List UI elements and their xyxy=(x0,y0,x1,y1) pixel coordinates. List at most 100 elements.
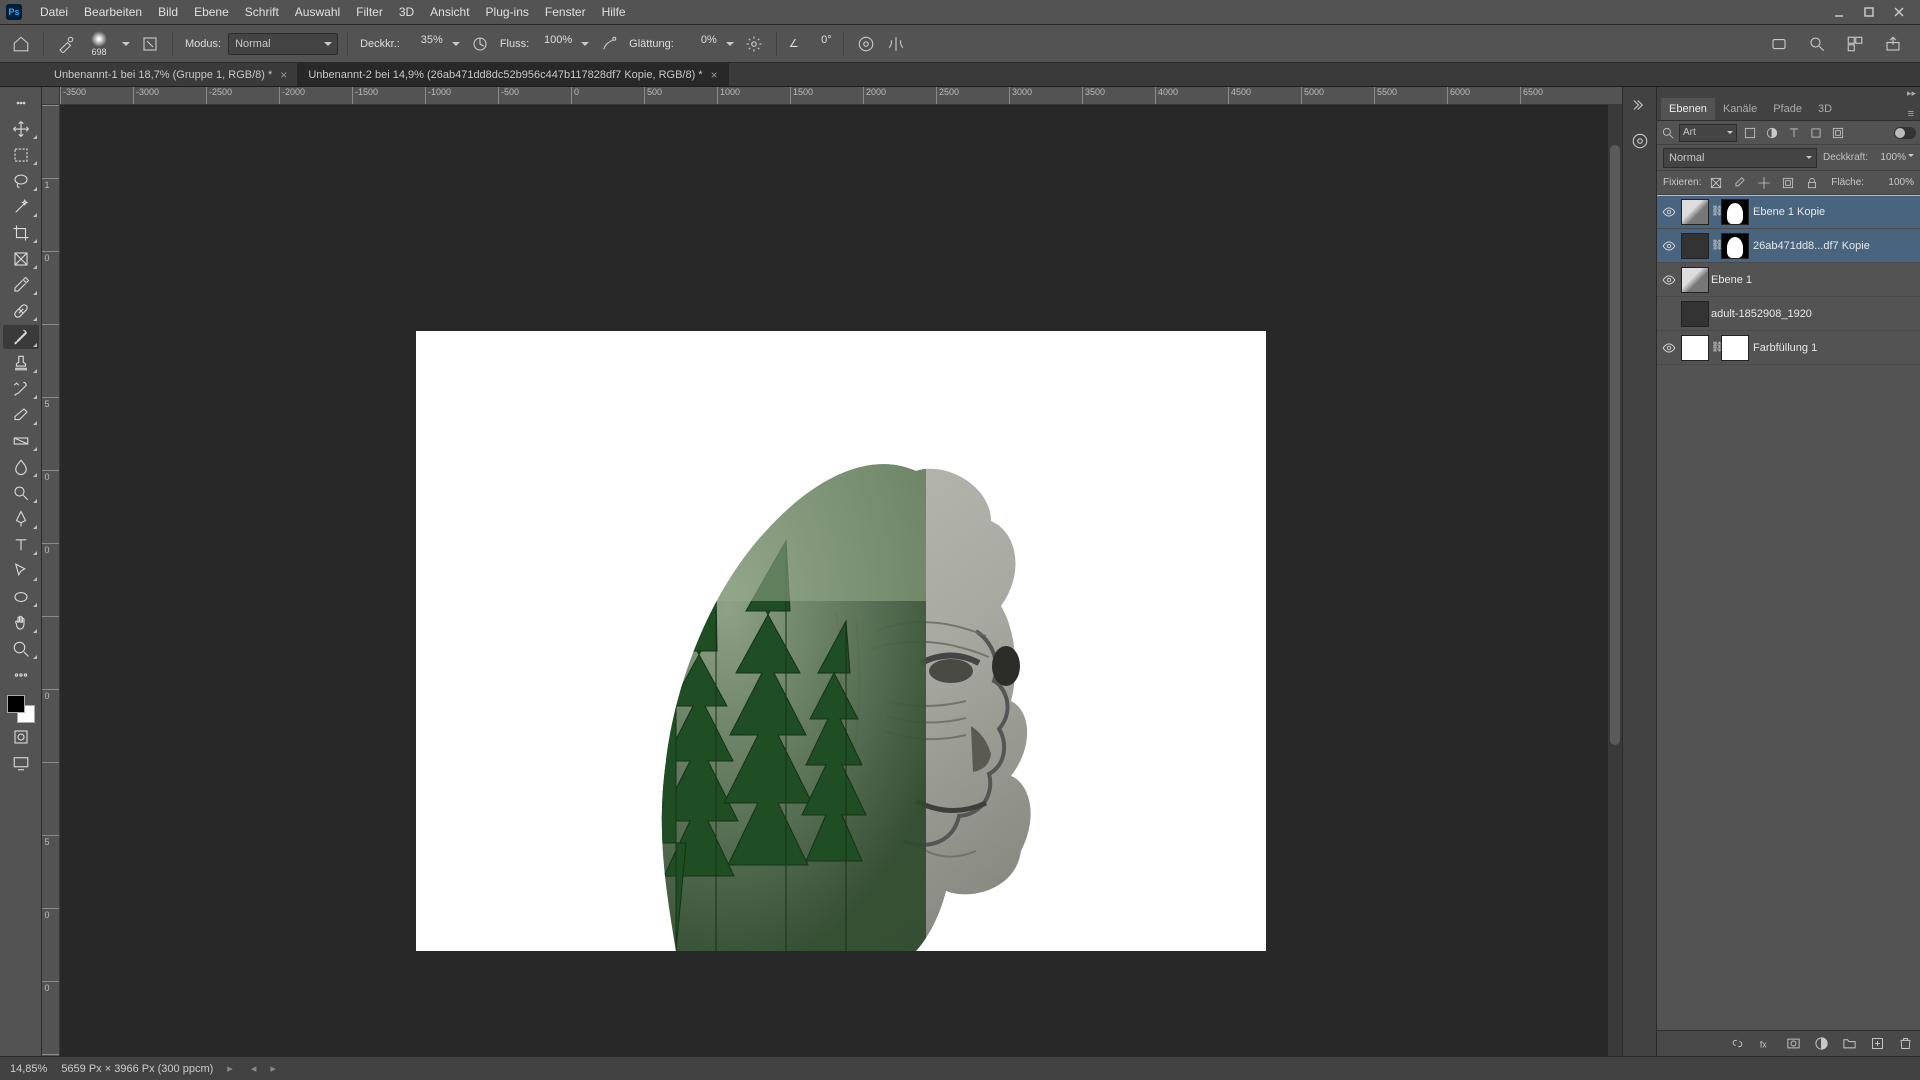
layer-visibility-toggle[interactable] xyxy=(1657,239,1681,253)
workspace-switcher[interactable] xyxy=(1842,31,1868,57)
layer-name[interactable]: Farbfüllung 1 xyxy=(1753,342,1920,354)
hand-tool[interactable] xyxy=(3,611,39,635)
panel-tab-3d[interactable]: 3D xyxy=(1810,98,1840,120)
panel-menu-button[interactable]: ≡ xyxy=(1902,108,1920,120)
share-button[interactable] xyxy=(1880,31,1906,57)
smoothing-field[interactable]: 0% xyxy=(681,34,719,54)
smoothing-arrow[interactable] xyxy=(723,34,737,54)
flow-arrow[interactable] xyxy=(578,34,592,54)
blur-tool[interactable] xyxy=(3,455,39,479)
symmetry-toggle[interactable] xyxy=(883,31,909,57)
ruler-origin[interactable] xyxy=(42,87,60,105)
menu-bild[interactable]: Bild xyxy=(150,0,186,25)
opacity-pressure-toggle[interactable] xyxy=(467,31,493,57)
panel-tab-pfade[interactable]: Pfade xyxy=(1765,98,1810,120)
fill-value[interactable]: 100% xyxy=(1874,177,1914,188)
new-adjustment-button[interactable] xyxy=(1812,1035,1830,1053)
vertical-scrollbar[interactable] xyxy=(1608,105,1622,1056)
history-brush-tool[interactable] xyxy=(3,377,39,401)
smoothing-options[interactable] xyxy=(741,31,767,57)
document-tab[interactable]: Unbenannt-1 bei 18,7% (Gruppe 1, RGB/8) … xyxy=(44,63,298,86)
layer-thumbnail[interactable] xyxy=(1681,233,1709,259)
opacity-field[interactable]: 35% xyxy=(407,34,445,54)
window-maximize-button[interactable] xyxy=(1854,0,1884,25)
menu-3d[interactable]: 3D xyxy=(391,0,422,25)
canvas-area[interactable]: -3500-3000-2500-2000-1500-1000-500050010… xyxy=(42,87,1622,1056)
eraser-tool[interactable] xyxy=(3,403,39,427)
healing-tool[interactable] xyxy=(3,299,39,323)
lasso-tool[interactable] xyxy=(3,169,39,193)
mask-link-icon[interactable]: ⛓ xyxy=(1711,206,1721,217)
window-minimize-button[interactable] xyxy=(1824,0,1854,25)
lock-pixels-button[interactable] xyxy=(1731,174,1749,192)
size-pressure-toggle[interactable] xyxy=(853,31,879,57)
layer-name[interactable]: adult-1852908_1920 xyxy=(1711,308,1920,320)
filter-type-icon[interactable] xyxy=(1785,124,1803,142)
layer-mask-thumbnail[interactable] xyxy=(1721,199,1749,225)
angle-field[interactable]: 0° xyxy=(806,34,834,54)
pen-tool[interactable] xyxy=(3,507,39,531)
filter-pixel-icon[interactable] xyxy=(1741,124,1759,142)
frame-tool[interactable] xyxy=(3,247,39,271)
horizontal-ruler[interactable]: -3500-3000-2500-2000-1500-1000-500050010… xyxy=(60,87,1622,105)
link-layers-button[interactable] xyxy=(1728,1035,1746,1053)
cloud-docs-button[interactable] xyxy=(1766,31,1792,57)
delete-layer-button[interactable] xyxy=(1896,1035,1914,1053)
new-layer-button[interactable] xyxy=(1868,1035,1886,1053)
menu-plug-ins[interactable]: Plug-ins xyxy=(478,0,537,25)
eyedropper-tool[interactable] xyxy=(3,273,39,297)
move-tool[interactable] xyxy=(3,117,39,141)
menu-ebene[interactable]: Ebene xyxy=(186,0,237,25)
layer-name[interactable]: Ebene 1 xyxy=(1711,274,1920,286)
shape-tool[interactable] xyxy=(3,585,39,609)
panel-tab-kanäle[interactable]: Kanäle xyxy=(1715,98,1765,120)
layer-name[interactable]: Ebene 1 Kopie xyxy=(1753,206,1920,218)
dodge-tool[interactable] xyxy=(3,481,39,505)
layer-opacity-value[interactable]: 100% xyxy=(1874,152,1914,163)
menu-fenster[interactable]: Fenster xyxy=(537,0,594,25)
add-mask-button[interactable] xyxy=(1784,1035,1802,1053)
layer-row[interactable]: Ebene 1 xyxy=(1657,263,1920,297)
status-next-arrow[interactable]: ▸ xyxy=(270,1062,276,1075)
menu-bearbeiten[interactable]: Bearbeiten xyxy=(76,0,150,25)
panel-collapse-button[interactable]: ▸▸ xyxy=(1907,88,1916,99)
filter-toggle[interactable] xyxy=(1894,127,1916,139)
stamp-tool[interactable] xyxy=(3,351,39,375)
collapsed-expand-button[interactable] xyxy=(1628,93,1652,117)
filter-adjust-icon[interactable] xyxy=(1763,124,1781,142)
gradient-tool[interactable] xyxy=(3,429,39,453)
layer-row[interactable]: ⛓Farbfüllung 1 xyxy=(1657,331,1920,365)
airbrush-toggle[interactable] xyxy=(596,31,622,57)
layer-thumbnail[interactable] xyxy=(1681,335,1709,361)
menu-ansicht[interactable]: Ansicht xyxy=(422,0,477,25)
layer-name[interactable]: 26ab471dd8...df7 Kopie xyxy=(1753,240,1920,252)
type-tool[interactable] xyxy=(3,533,39,557)
layer-row[interactable]: ⛓26ab471dd8...df7 Kopie xyxy=(1657,229,1920,263)
layer-blend-select[interactable]: Normal xyxy=(1663,148,1817,168)
filter-kind-select[interactable]: Art xyxy=(1679,124,1737,142)
edit-toolbar[interactable] xyxy=(3,663,39,687)
layer-visibility-toggle[interactable] xyxy=(1657,205,1681,219)
scrollbar-thumb[interactable] xyxy=(1610,145,1620,745)
filter-smart-icon[interactable] xyxy=(1829,124,1847,142)
lock-artboard-button[interactable] xyxy=(1779,174,1797,192)
menu-schrift[interactable]: Schrift xyxy=(237,0,287,25)
layer-row[interactable]: ⛓ Ebene 1 Kopie xyxy=(1657,195,1920,229)
vertical-ruler[interactable]: 105000500100015002000 xyxy=(42,105,60,1056)
menu-hilfe[interactable]: Hilfe xyxy=(594,0,634,25)
menu-datei[interactable]: Datei xyxy=(32,0,76,25)
brush-preview[interactable]: 698 xyxy=(83,28,115,60)
layer-mask-thumbnail[interactable] xyxy=(1721,335,1749,361)
layer-mask-thumbnail[interactable] xyxy=(1721,233,1749,259)
layer-thumbnail[interactable] xyxy=(1681,199,1709,225)
layer-thumbnail[interactable] xyxy=(1681,301,1709,327)
blend-mode-select[interactable]: Normal xyxy=(228,33,338,55)
layers-list[interactable]: ⛓ Ebene 1 Kopie ⛓26ab471dd8...df7 Kopie Ebe… xyxy=(1657,195,1920,1030)
layer-visibility-toggle[interactable] xyxy=(1657,341,1681,355)
document-tab[interactable]: Unbenannt-2 bei 14,9% (26ab471dd8dc52b95… xyxy=(298,63,728,86)
path-select-tool[interactable] xyxy=(3,559,39,583)
window-close-button[interactable] xyxy=(1884,0,1914,25)
screenmode-toggle[interactable] xyxy=(3,751,39,775)
close-icon[interactable]: × xyxy=(280,68,287,82)
brush-tool[interactable] xyxy=(3,325,39,349)
